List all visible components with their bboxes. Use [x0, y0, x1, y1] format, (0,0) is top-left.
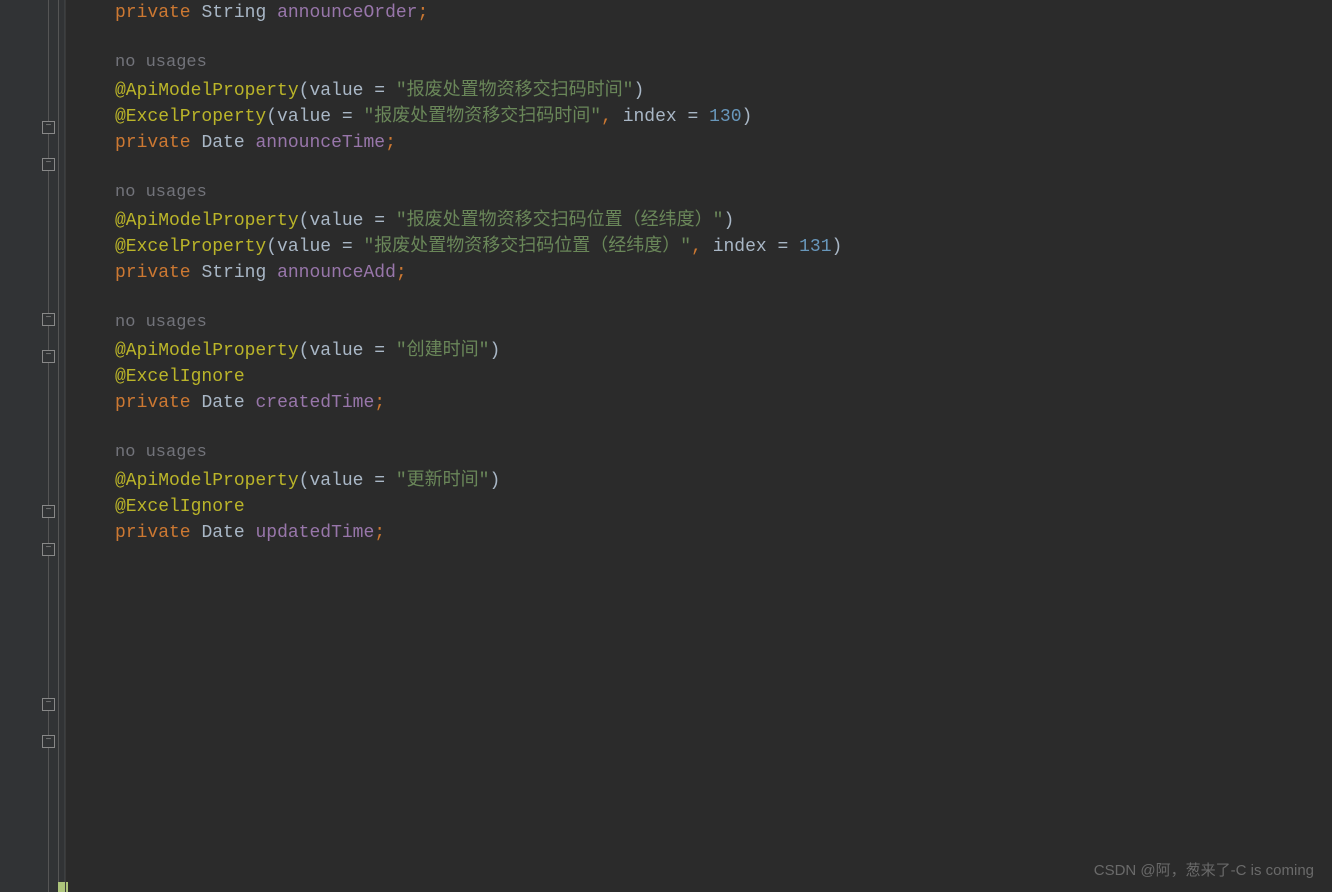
equals: =: [363, 211, 395, 231]
annotation: @ExcelIgnore: [115, 367, 245, 387]
semicolon: ;: [396, 263, 407, 283]
keyword-private: private: [115, 3, 191, 23]
type: String: [201, 263, 266, 283]
param: value: [309, 81, 363, 101]
paren: ): [489, 471, 500, 491]
paren: ): [832, 237, 843, 257]
string-literal: "报废处置物资移交扫码时间": [396, 81, 634, 101]
paren: ): [489, 341, 500, 361]
fold-minus-icon[interactable]: −: [42, 698, 55, 711]
semicolon: ;: [374, 393, 385, 413]
code-line[interactable]: @ExcelProperty(value = "报废处置物资移交扫码时间", i…: [115, 104, 1332, 130]
paren: (: [299, 471, 310, 491]
paren: ): [633, 81, 644, 101]
equals: =: [331, 237, 363, 257]
string-literal: "创建时间": [396, 341, 490, 361]
type: Date: [201, 523, 244, 543]
annotation: @ApiModelProperty: [115, 471, 299, 491]
fold-minus-icon[interactable]: −: [42, 350, 55, 363]
gutter: − − − − − − − −: [0, 0, 65, 892]
param: index: [623, 107, 677, 127]
keyword-private: private: [115, 393, 191, 413]
paren: (: [266, 107, 277, 127]
fold-minus-icon[interactable]: −: [42, 121, 55, 134]
annotation: @ApiModelProperty: [115, 341, 299, 361]
usage-hint[interactable]: no usages: [115, 416, 1332, 468]
type: Date: [201, 393, 244, 413]
code-line[interactable]: private Date updatedTime;: [115, 520, 1332, 546]
field-name: updatedTime: [255, 523, 374, 543]
field-name: announceTime: [255, 133, 385, 153]
equals: =: [767, 237, 799, 257]
param: value: [309, 471, 363, 491]
annotation: @ApiModelProperty: [115, 211, 299, 231]
code-line[interactable]: @ExcelIgnore: [115, 494, 1332, 520]
string-literal: "报废处置物资移交扫码位置（经纬度）": [363, 237, 691, 257]
string-literal: "报废处置物资移交扫码时间": [363, 107, 601, 127]
code-line[interactable]: @ApiModelProperty(value = "更新时间"): [115, 468, 1332, 494]
comma: ,: [691, 237, 713, 257]
annotation: @ExcelProperty: [115, 107, 266, 127]
code-area[interactable]: private String announceOrder; no usages …: [65, 0, 1332, 892]
comma: ,: [601, 107, 623, 127]
equals: =: [677, 107, 709, 127]
usage-hint[interactable]: no usages: [115, 286, 1332, 338]
paren: ): [742, 107, 753, 127]
string-literal: "更新时间": [396, 471, 490, 491]
type: [191, 3, 202, 23]
code-line[interactable]: @ExcelProperty(value = "报废处置物资移交扫码位置（经纬度…: [115, 234, 1332, 260]
code-line[interactable]: private String announceAdd;: [115, 260, 1332, 286]
paren: (: [266, 237, 277, 257]
keyword-private: private: [115, 133, 191, 153]
code-line[interactable]: @ApiModelProperty(value = "报废处置物资移交扫码时间"…: [115, 78, 1332, 104]
fold-guide-line-inner: [58, 0, 59, 892]
editor-container: − − − − − − − − private String announceO…: [0, 0, 1332, 892]
equals: =: [363, 81, 395, 101]
semicolon: ;: [418, 3, 429, 23]
param: value: [309, 341, 363, 361]
space: [266, 3, 277, 23]
code-line[interactable]: private Date announceTime;: [115, 130, 1332, 156]
type: Date: [201, 133, 244, 153]
field-name: createdTime: [255, 393, 374, 413]
code-line[interactable]: @ApiModelProperty(value = "报废处置物资移交扫码位置（…: [115, 208, 1332, 234]
equals: =: [363, 341, 395, 361]
annotation: @ExcelProperty: [115, 237, 266, 257]
keyword-private: private: [115, 523, 191, 543]
keyword-private: private: [115, 263, 191, 283]
code-line[interactable]: private String announceOrder;: [115, 0, 1332, 26]
field-name: announceAdd: [277, 263, 396, 283]
code-line[interactable]: private Date createdTime;: [115, 390, 1332, 416]
fold-minus-icon[interactable]: −: [42, 158, 55, 171]
code-line[interactable]: @ExcelIgnore: [115, 364, 1332, 390]
semicolon: ;: [374, 523, 385, 543]
usage-hint[interactable]: no usages: [115, 156, 1332, 208]
paren: (: [299, 211, 310, 231]
param: index: [713, 237, 767, 257]
string-literal: "报废处置物资移交扫码位置（经纬度）": [396, 211, 724, 231]
equals: =: [331, 107, 363, 127]
type: String: [201, 3, 266, 23]
fold-minus-icon[interactable]: −: [42, 543, 55, 556]
field-name: announceOrder: [277, 3, 417, 23]
equals: =: [363, 471, 395, 491]
param: value: [277, 107, 331, 127]
fold-minus-icon[interactable]: −: [42, 505, 55, 518]
watermark-text: CSDN @阿，葱来了-C is coming: [1094, 860, 1314, 882]
number-literal: 130: [709, 107, 741, 127]
code-line[interactable]: @ApiModelProperty(value = "创建时间"): [115, 338, 1332, 364]
param: value: [309, 211, 363, 231]
indent-guide: [65, 0, 66, 892]
param: value: [277, 237, 331, 257]
annotation: @ApiModelProperty: [115, 81, 299, 101]
number-literal: 131: [799, 237, 831, 257]
fold-minus-icon[interactable]: −: [42, 313, 55, 326]
paren: ): [723, 211, 734, 231]
paren: (: [299, 341, 310, 361]
paren: (: [299, 81, 310, 101]
annotation: @ExcelIgnore: [115, 497, 245, 517]
fold-minus-icon[interactable]: −: [42, 735, 55, 748]
usage-hint[interactable]: no usages: [115, 26, 1332, 78]
semicolon: ;: [385, 133, 396, 153]
